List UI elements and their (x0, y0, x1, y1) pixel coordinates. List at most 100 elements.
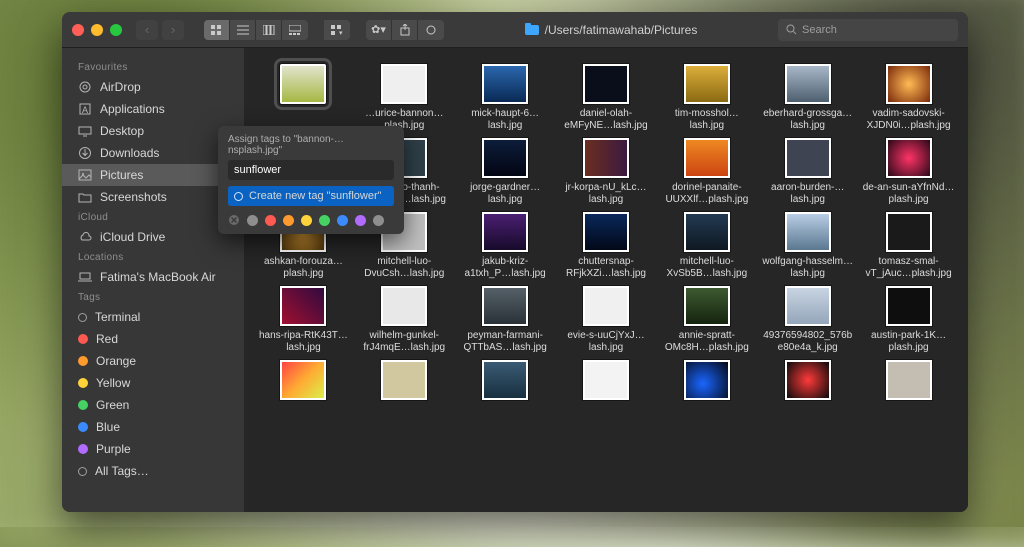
tag-dot-icon (78, 400, 88, 410)
share-button[interactable] (392, 20, 418, 40)
sidebar-item[interactable]: Purple (62, 438, 244, 460)
file-item[interactable]: austin-park-1K…plash.jpg (859, 286, 958, 354)
thumbnail (482, 138, 528, 178)
sidebar-item[interactable]: iCloud Drive (62, 226, 244, 248)
maximize-button[interactable] (110, 24, 122, 36)
close-button[interactable] (72, 24, 84, 36)
file-item[interactable] (758, 360, 857, 404)
file-item[interactable] (254, 360, 353, 404)
tag-color-swatch[interactable] (355, 215, 366, 226)
file-item[interactable]: daniel-olah-eMFyNE…lash.jpg (557, 64, 656, 132)
sidebar-item[interactable]: Orange (62, 350, 244, 372)
file-item[interactable]: dorinel-panaite-UUXXlf…plash.jpg (657, 138, 756, 206)
sidebar-item[interactable]: Yellow (62, 372, 244, 394)
thumbnail (684, 212, 730, 252)
file-item[interactable]: hans-ripa-RtK43T…lash.jpg (254, 286, 353, 354)
file-grid[interactable]: …urice-bannon…plash.jpgmick-haupt-6…lash… (244, 48, 968, 512)
thumbnail (583, 64, 629, 104)
popover-title: Assign tags to "bannon-…nsplash.jpg" (228, 134, 394, 156)
sidebar-item[interactable]: Pictures (62, 164, 244, 186)
svg-text:A: A (82, 105, 88, 115)
thumbnail (886, 138, 932, 178)
tag-dot-icon (78, 378, 88, 388)
thumbnail (583, 212, 629, 252)
file-item[interactable]: annie-spratt-OMc8H…plash.jpg (657, 286, 756, 354)
file-item[interactable]: jakub-kriz-a1txh_P…lash.jpg (456, 212, 555, 280)
thumbnail (583, 360, 629, 400)
file-item[interactable]: aaron-burden-…lash.jpg (758, 138, 857, 206)
sidebar-item-label: All Tags… (95, 464, 149, 478)
file-item[interactable]: 49376594802_576be80e4a_k.jpg (758, 286, 857, 354)
sidebar-item[interactable]: AApplications (62, 98, 244, 120)
tag-color-swatch[interactable] (283, 215, 294, 226)
tag-color-swatch[interactable] (337, 215, 348, 226)
view-gallery-button[interactable] (282, 20, 308, 40)
file-item[interactable] (657, 360, 756, 404)
sidebar-heading: Locations (62, 248, 244, 266)
file-item[interactable]: tim-mosshol…lash.jpg (657, 64, 756, 132)
tag-color-swatch[interactable] (319, 215, 330, 226)
file-name: chuttersnap-RFjkXZi…lash.jpg (560, 256, 652, 280)
thumbnail (482, 64, 528, 104)
tag-input[interactable] (228, 160, 394, 180)
tag-color-swatch[interactable] (373, 215, 384, 226)
file-item[interactable]: vadim-sadovski-XJDN0i…plash.jpg (859, 64, 958, 132)
file-item[interactable]: wolfgang-hasselm…lash.jpg (758, 212, 857, 280)
thumbnail (684, 360, 730, 400)
sidebar-item[interactable]: Downloads (62, 142, 244, 164)
clear-tag-icon[interactable] (228, 214, 240, 226)
file-item[interactable] (456, 360, 555, 404)
file-item[interactable]: …urice-bannon…plash.jpg (355, 64, 454, 132)
file-item[interactable]: eberhard-grossga…lash.jpg (758, 64, 857, 132)
sidebar-item-label: Blue (96, 420, 120, 434)
tag-dot-icon (78, 334, 88, 344)
minimize-button[interactable] (91, 24, 103, 36)
tag-color-swatch[interactable] (265, 215, 276, 226)
sidebar-item[interactable]: AirDrop (62, 76, 244, 98)
file-item[interactable]: tomasz-smal-vT_jAuc…plash.jpg (859, 212, 958, 280)
file-item[interactable]: jorge-gardner…lash.jpg (456, 138, 555, 206)
sidebar-item[interactable]: Red (62, 328, 244, 350)
tag-color-swatch[interactable] (301, 215, 312, 226)
file-item[interactable]: wilhelm-gunkel-frJ4mqE…lash.jpg (355, 286, 454, 354)
thumbnail (583, 138, 629, 178)
create-tag-row[interactable]: Create new tag "sunflower" (228, 186, 394, 206)
file-name: aaron-burden-…lash.jpg (762, 182, 854, 206)
view-icons-button[interactable] (204, 20, 230, 40)
action-menu-button[interactable]: ✿▾ (366, 20, 392, 40)
sidebar-item[interactable]: Desktop (62, 120, 244, 142)
file-item[interactable]: mick-haupt-6…lash.jpg (456, 64, 555, 132)
file-item[interactable]: jr-korpa-nU_kLc…lash.jpg (557, 138, 656, 206)
view-columns-button[interactable] (256, 20, 282, 40)
file-item[interactable]: evie-s-uuCjYxJ…lash.jpg (557, 286, 656, 354)
view-list-button[interactable] (230, 20, 256, 40)
file-item[interactable] (355, 360, 454, 404)
sidebar-item[interactable]: Blue (62, 416, 244, 438)
cloud-icon (78, 230, 92, 244)
file-item[interactable]: peyman-farmani-QTTbAS…lash.jpg (456, 286, 555, 354)
tag-color-swatch[interactable] (247, 215, 258, 226)
sidebar-item[interactable]: Green (62, 394, 244, 416)
sidebar-item[interactable]: Fatima's MacBook Air (62, 266, 244, 288)
file-name: jakub-kriz-a1txh_P…lash.jpg (459, 256, 551, 280)
file-name: daniel-olah-eMFyNE…lash.jpg (560, 108, 652, 132)
search-icon (786, 24, 797, 35)
sidebar-item[interactable]: Terminal (62, 306, 244, 328)
file-name: jorge-gardner…lash.jpg (459, 182, 551, 206)
sidebar-item-label: Fatima's MacBook Air (100, 270, 216, 284)
file-item[interactable]: de-an-sun-aYfnNd…plash.jpg (859, 138, 958, 206)
file-item[interactable] (859, 360, 958, 404)
file-item[interactable]: chuttersnap-RFjkXZi…lash.jpg (557, 212, 656, 280)
sidebar-item[interactable]: All Tags… (62, 460, 244, 482)
file-item[interactable]: mitchell-luo-XvSb5B…lash.jpg (657, 212, 756, 280)
nav-back-button[interactable]: ‹ (136, 20, 158, 40)
sidebar-item[interactable]: Screenshots (62, 186, 244, 208)
arrange-button[interactable]: ▾ (324, 20, 350, 40)
tag-dot-icon (78, 356, 88, 366)
file-name: dorinel-panaite-UUXXlf…plash.jpg (661, 182, 753, 206)
search-field[interactable]: Search (778, 19, 958, 41)
nav-forward-button[interactable]: › (162, 20, 184, 40)
thumbnail (482, 212, 528, 252)
file-item[interactable] (557, 360, 656, 404)
tags-button[interactable] (418, 20, 444, 40)
